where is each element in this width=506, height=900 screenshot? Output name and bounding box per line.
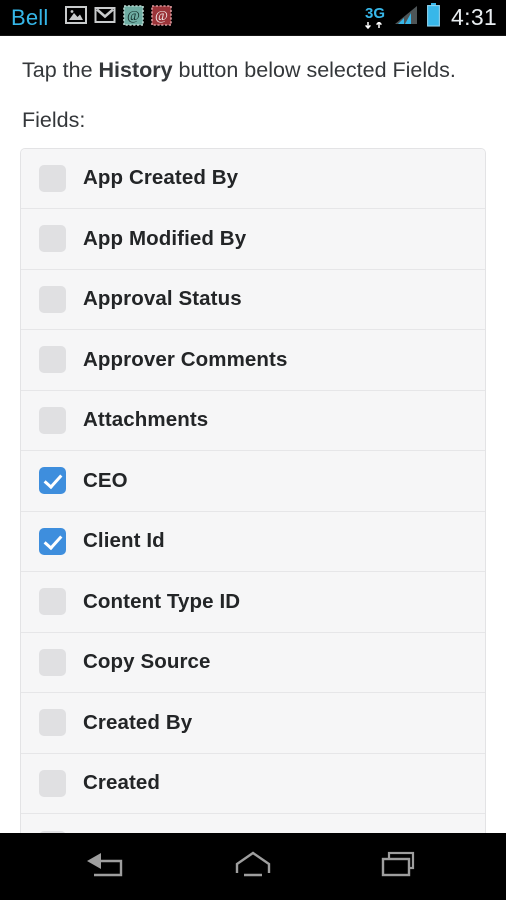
svg-text:@: @ bbox=[127, 9, 140, 24]
field-row[interactable]: Created bbox=[21, 753, 485, 815]
home-icon bbox=[229, 849, 277, 884]
field-label: Attachments bbox=[83, 408, 209, 432]
field-row[interactable] bbox=[21, 814, 485, 833]
phone-screen: Bell @ @ 3G 4:31 Tap the History button … bbox=[0, 0, 506, 900]
field-row[interactable]: Copy Source bbox=[21, 632, 485, 694]
status-bar-left: Bell @ @ bbox=[11, 4, 172, 31]
checkbox-unchecked[interactable] bbox=[39, 346, 66, 374]
back-arrow-icon bbox=[83, 849, 131, 884]
clock-label: 4:31 bbox=[451, 4, 497, 30]
back-button[interactable] bbox=[63, 842, 151, 892]
field-label: Approval Status bbox=[83, 287, 242, 311]
field-label: Created bbox=[83, 771, 161, 795]
recents-icon bbox=[375, 849, 423, 884]
field-label: Content Type ID bbox=[83, 589, 241, 613]
main-content: Tap the History button below selected Fi… bbox=[0, 36, 506, 833]
instruction-prefix: Tap the bbox=[22, 58, 99, 82]
field-label: CEO bbox=[83, 468, 128, 492]
android-nav-bar bbox=[0, 833, 506, 900]
field-row[interactable]: Approver Comments bbox=[21, 330, 485, 391]
field-row[interactable]: Client Id bbox=[21, 511, 485, 573]
field-label: App Created By bbox=[83, 166, 239, 190]
field-label: Approver Comments bbox=[83, 347, 288, 371]
email-stamp-red-icon: @ bbox=[150, 4, 172, 31]
field-label: Created By bbox=[83, 710, 193, 734]
recents-button[interactable] bbox=[355, 842, 443, 892]
checkbox-checked[interactable] bbox=[39, 467, 66, 495]
field-label: Copy Source bbox=[83, 650, 211, 674]
fields-label: Fields: bbox=[22, 107, 86, 132]
field-row[interactable]: App Modified By bbox=[21, 209, 485, 270]
checkbox-unchecked[interactable] bbox=[39, 225, 66, 253]
checkbox-unchecked[interactable] bbox=[39, 285, 66, 313]
battery-icon bbox=[426, 3, 441, 32]
gallery-icon bbox=[64, 5, 87, 30]
checkbox-unchecked[interactable] bbox=[39, 406, 66, 434]
instruction-text: Tap the History button below selected Fi… bbox=[20, 36, 486, 84]
signal-bars-icon bbox=[393, 4, 419, 31]
checkbox-unchecked[interactable] bbox=[39, 709, 66, 737]
field-label: App Modified By bbox=[83, 226, 247, 250]
email-stamp-teal-icon: @ bbox=[122, 4, 144, 31]
field-row[interactable]: Attachments bbox=[21, 390, 485, 452]
status-bar-right: 3G 4:31 bbox=[364, 3, 497, 32]
field-label: Client Id bbox=[83, 529, 165, 553]
carrier-label: Bell bbox=[11, 4, 49, 30]
field-row[interactable]: Created By bbox=[21, 693, 485, 754]
checkbox-unchecked[interactable] bbox=[39, 830, 66, 833]
gmail-icon bbox=[94, 5, 116, 30]
field-row[interactable]: App Created By bbox=[21, 148, 485, 210]
home-button[interactable] bbox=[209, 842, 297, 892]
checkbox-unchecked[interactable] bbox=[39, 648, 66, 676]
field-row[interactable]: Approval Status bbox=[21, 269, 485, 331]
status-bar: Bell @ @ 3G 4:31 bbox=[0, 0, 506, 36]
instruction-suffix: button below selected Fields. bbox=[172, 58, 456, 82]
instruction-bold-history: History bbox=[98, 58, 173, 82]
checkbox-unchecked[interactable] bbox=[39, 164, 66, 192]
network-3g-icon: 3G bbox=[364, 6, 386, 30]
checkbox-unchecked[interactable] bbox=[39, 769, 66, 797]
network-type-label: 3G bbox=[365, 4, 386, 22]
fields-list[interactable]: App Created By App Modified By Approval St… bbox=[20, 147, 486, 833]
field-row[interactable]: CEO bbox=[21, 451, 485, 512]
checkbox-unchecked[interactable] bbox=[39, 588, 66, 616]
field-row[interactable]: Content Type ID bbox=[21, 572, 485, 633]
svg-text:@: @ bbox=[155, 9, 168, 24]
checkbox-checked[interactable] bbox=[39, 527, 66, 555]
